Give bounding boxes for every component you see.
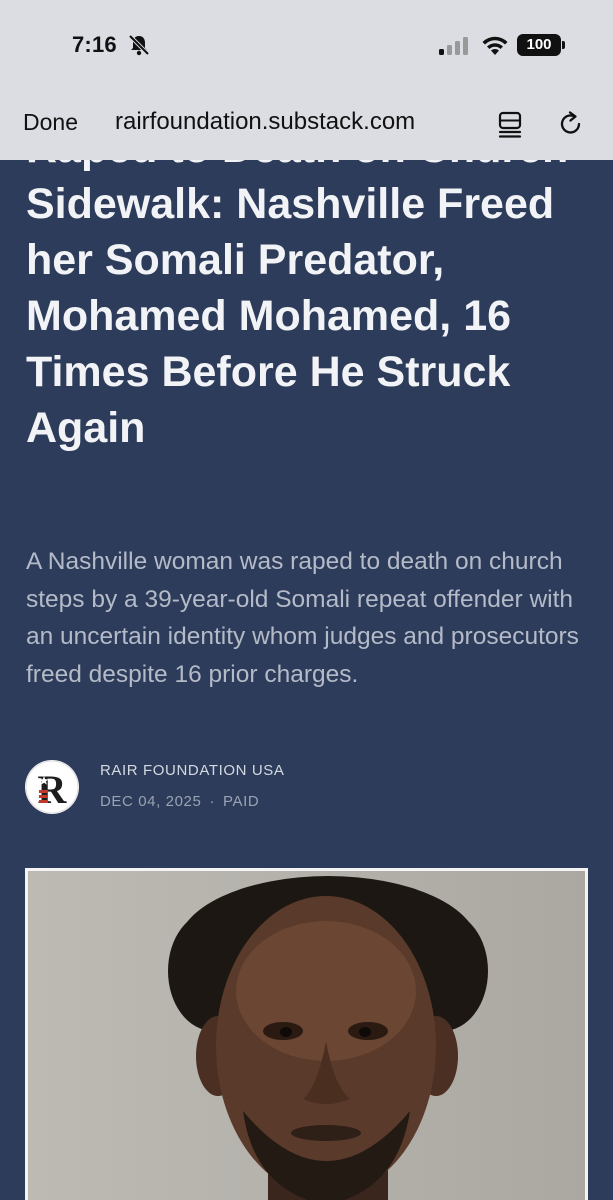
rair-logo-icon: R xyxy=(25,760,79,814)
mugshot-image xyxy=(28,871,585,1200)
reload-icon[interactable] xyxy=(557,110,585,138)
reader-mode-icon[interactable] xyxy=(497,110,523,138)
cellular-signal-icon xyxy=(439,37,468,55)
post-meta: DEC 04, 2025 · PAID xyxy=(100,793,259,810)
status-time: 7:16 xyxy=(72,32,117,57)
browser-chrome: 7:16 100 Done rairfoundation.substack.co… xyxy=(0,0,613,160)
article-subtitle: A Nashville woman was raped to death on … xyxy=(26,548,579,688)
article-title: Raped to Death on Church Sidewalk: Nashv… xyxy=(26,124,568,452)
address-bar-url[interactable]: rairfoundation.substack.com xyxy=(115,108,415,136)
post-date: DEC 04, 2025 xyxy=(100,793,202,810)
article-photo xyxy=(25,868,588,1200)
battery-icon: 100 xyxy=(517,34,561,56)
done-button[interactable]: Done xyxy=(23,109,78,136)
svg-text:R: R xyxy=(38,767,68,812)
meta-separator: · xyxy=(209,793,216,810)
paid-badge: PAID xyxy=(223,793,260,810)
bell-slash-icon xyxy=(128,34,150,56)
author-name[interactable]: RAIR FOUNDATION USA xyxy=(100,762,284,779)
wifi-icon xyxy=(482,36,508,55)
author-avatar[interactable]: R xyxy=(25,760,79,814)
battery-nub xyxy=(562,41,565,49)
